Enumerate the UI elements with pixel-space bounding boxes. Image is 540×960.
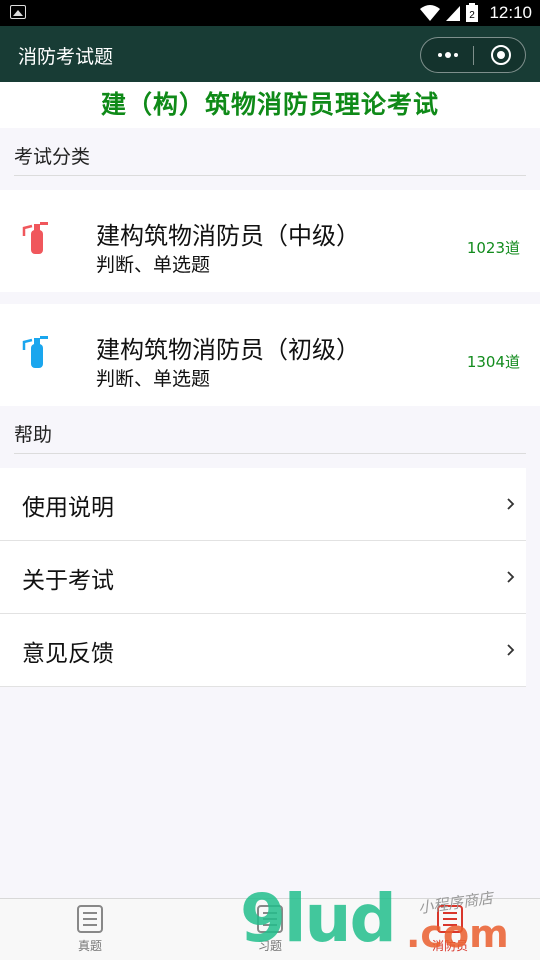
mini-program-capsule — [420, 37, 526, 73]
chevron-right-icon — [507, 644, 515, 656]
close-miniprogram-icon[interactable] — [491, 45, 511, 65]
capsule-divider — [473, 46, 474, 65]
battery-icon: 2 — [466, 3, 479, 22]
exam-card-intermediate[interactable]: 建构筑物消防员（中级） 判断、单选题 1023道 — [0, 190, 540, 292]
question-count: 1304道 — [466, 353, 520, 371]
exam-name: 建构筑物消防员（中级） — [96, 222, 360, 250]
tab-label: 真题 — [77, 939, 102, 953]
navigation-bar: 消防考试题 — [0, 26, 540, 82]
list-icon — [437, 905, 463, 933]
wifi-icon — [420, 5, 441, 21]
tab-firefighter[interactable]: 消防员 — [420, 899, 480, 960]
chevron-right-icon — [507, 498, 515, 510]
tab-label: 习题 — [257, 939, 282, 953]
tab-bar: 真题 习题 消防员 — [0, 898, 540, 960]
tab-practice[interactable]: 习题 — [240, 899, 300, 960]
page-title: 消防考试题 — [18, 46, 114, 68]
help-section-label: 帮助 — [14, 418, 526, 454]
help-item-label: 使用说明 — [22, 495, 114, 521]
more-menu-icon[interactable] — [435, 38, 461, 72]
help-item-about-exam[interactable]: 关于考试 — [0, 541, 526, 614]
chevron-right-icon — [507, 571, 515, 583]
exam-name: 建构筑物消防员（初级） — [96, 336, 360, 364]
help-item-feedback[interactable]: 意见反馈 — [0, 614, 526, 687]
question-count: 1023道 — [466, 239, 520, 257]
category-section-label: 考试分类 — [14, 140, 526, 176]
tab-label: 消防员 — [431, 939, 468, 953]
help-item-label: 关于考试 — [22, 568, 114, 594]
list-icon — [77, 905, 103, 933]
image-notification-icon — [10, 5, 26, 19]
battery-level: 2 — [470, 10, 476, 21]
exam-heading: 建（构）筑物消防员理论考试 — [0, 82, 540, 128]
status-bar: 2 12:10 — [0, 0, 540, 26]
exam-card-beginner[interactable]: 建构筑物消防员（初级） 判断、单选题 1304道 — [0, 304, 540, 406]
help-item-label: 意见反馈 — [22, 641, 114, 667]
list-icon — [257, 905, 283, 933]
fire-extinguisher-icon — [22, 336, 48, 368]
status-icons: 2 12:10 — [419, 0, 532, 26]
tab-real-exam[interactable]: 真题 — [60, 899, 120, 960]
clock-time: 12:10 — [489, 3, 532, 22]
exam-question-type: 判断、单选题 — [96, 368, 211, 390]
fire-extinguisher-icon — [22, 222, 48, 254]
exam-question-type: 判断、单选题 — [96, 254, 211, 276]
signal-icon — [446, 6, 461, 21]
help-item-usage-guide[interactable]: 使用说明 — [0, 468, 526, 541]
